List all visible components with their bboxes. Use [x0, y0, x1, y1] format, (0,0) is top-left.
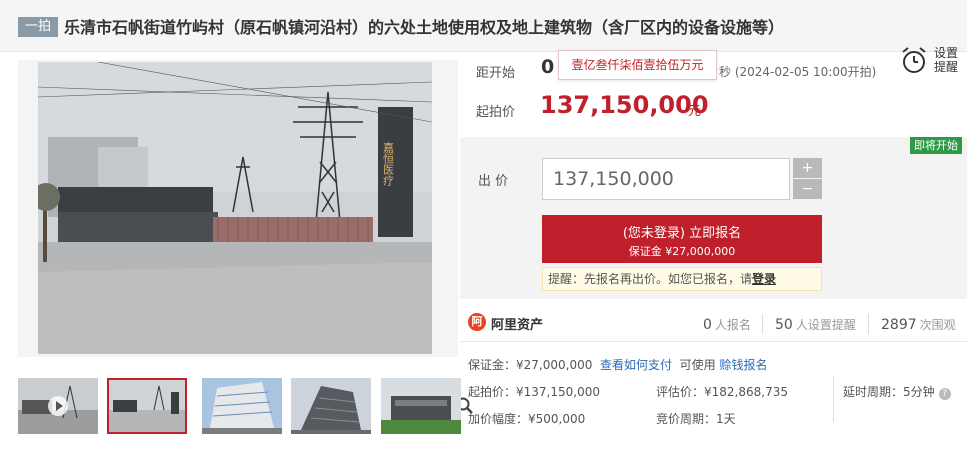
signup-label: (您未登录) 立即报名	[622, 226, 742, 241]
divider	[762, 314, 763, 334]
play-icon	[48, 396, 68, 416]
delay-info: 延时周期：5分钟?	[843, 383, 951, 400]
auction-title: 乐清市石帆街道竹屿村（原石帆镇河沿村）的六处土地使用权及地上建筑物（含厂区内的设…	[64, 18, 785, 37]
main-photo[interactable]: 嘉恒医疗	[38, 62, 432, 354]
deposit-info: 保证金：¥27,000,000 查看如何支付 可使用 赊钱报名	[468, 358, 768, 372]
signup-count: 0 人报名	[703, 317, 751, 333]
credit-signup-link[interactable]: 赊钱报名	[719, 358, 767, 372]
remind-line1: 设置	[934, 46, 959, 60]
price-uppercase-tooltip: 壹亿叁仟柒佰壹拾伍万元	[558, 50, 717, 80]
svg-text:嘉恒医疗: 嘉恒医疗	[382, 141, 395, 187]
signup-deposit: 保证金 ¥27,000,000	[628, 245, 736, 258]
increase-bid-button[interactable]: +	[793, 158, 822, 178]
platform-name: 阿里资产	[491, 318, 544, 333]
starting-price-label: 起拍价	[476, 105, 516, 120]
thumbnail-video[interactable]	[18, 378, 98, 434]
decrease-bid-button[interactable]: −	[793, 179, 822, 199]
title-bar: 一拍 乐清市石帆街道竹屿村（原石帆镇河沿村）的六处土地使用权及地上建筑物（含厂区…	[0, 0, 967, 52]
remind-line2: 提醒	[934, 60, 959, 74]
set-reminder-button[interactable]: 设置 提醒	[900, 46, 962, 82]
bid-label: 出 价	[478, 174, 509, 189]
countdown-value: 0	[541, 56, 555, 78]
start-time: 秒 (2024-02-05 10:00开拍)	[719, 65, 877, 79]
bid-period-info: 竞价周期：1天	[656, 412, 736, 426]
help-icon[interactable]: ?	[938, 388, 951, 400]
alarm-clock-icon	[902, 47, 926, 73]
thumbnail-strip	[18, 378, 461, 434]
how-to-pay-link[interactable]: 查看如何支付	[600, 358, 672, 372]
main-photo-frame: 嘉恒医疗	[18, 60, 473, 414]
thumbnail-gate[interactable]	[107, 378, 187, 434]
round-badge: 一拍	[18, 17, 58, 37]
price-unit: 元	[688, 104, 702, 119]
starting-price: 137,150,000	[540, 91, 709, 119]
platform-stats-row: 阿 阿里资产 0 人报名 50 人设置提醒 2897 次围观	[460, 304, 967, 342]
increment-info: 加价幅度：¥500,000	[468, 412, 586, 426]
appraisal-info: 评估价：¥182,868,735	[656, 385, 788, 399]
divider	[833, 376, 834, 422]
alibaba-assets-logo-icon: 阿	[468, 313, 486, 331]
signup-button[interactable]: (您未登录) 立即报名 保证金 ¥27,000,000	[542, 215, 822, 263]
countdown-label: 距开始	[476, 66, 516, 81]
bid-panel: 即将开始 出 价 137,150,000 + − (您未登录) 立即报名 保证金…	[460, 137, 967, 299]
login-hint: 提醒：先报名再出价。如您已报名，请登录	[542, 267, 822, 291]
hint-text: 提醒：先报名再出价。如您已报名，请	[548, 272, 753, 286]
reminder-count: 50 人设置提醒	[775, 317, 856, 333]
divider	[868, 314, 869, 334]
login-link[interactable]: 登录	[752, 272, 776, 286]
status-badge: 即将开始	[910, 137, 962, 154]
view-count: 2897 次围观	[881, 317, 956, 333]
thumbnail-building-2[interactable]	[291, 378, 371, 434]
thumbnail-building-1[interactable]	[202, 378, 282, 434]
start-price-info: 起拍价：¥137,150,000	[468, 385, 600, 399]
thumbnail-building-3[interactable]	[381, 378, 461, 434]
bid-amount-input[interactable]: 137,150,000	[542, 158, 790, 200]
